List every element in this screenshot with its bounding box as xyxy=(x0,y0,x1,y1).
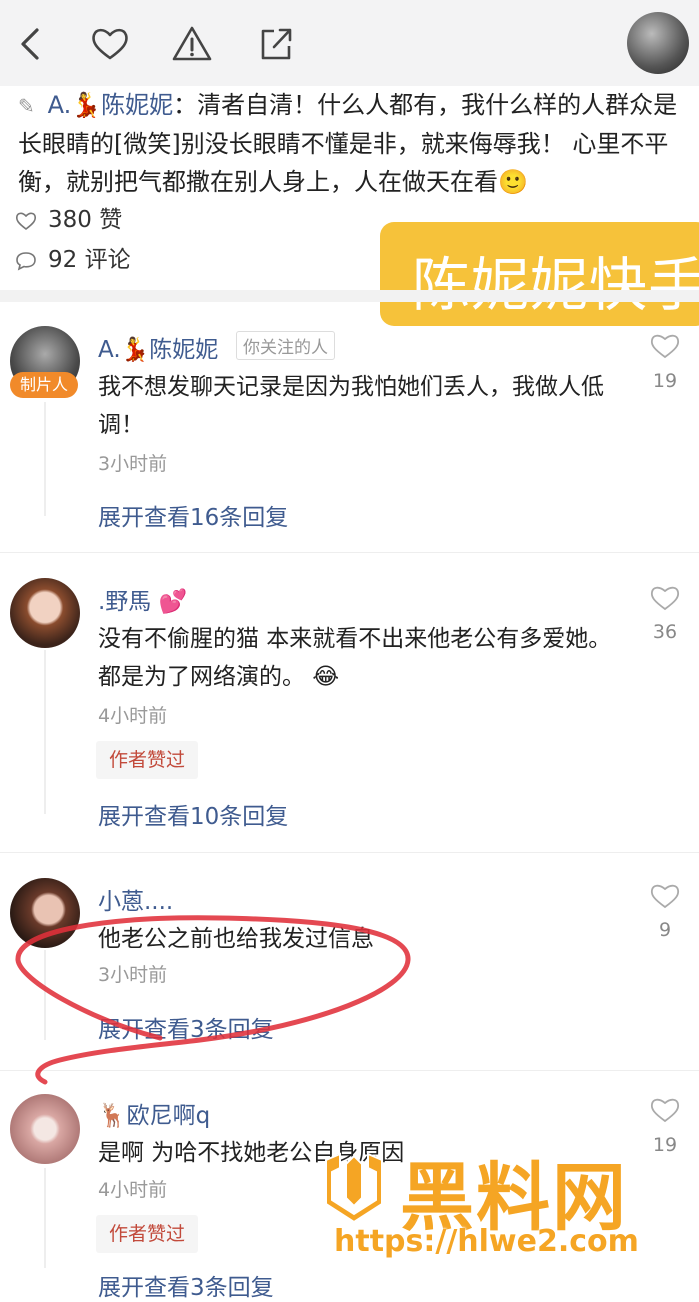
like-icon[interactable] xyxy=(649,582,681,612)
comment-time: 4小时前 xyxy=(98,705,168,727)
likes-count: 380 赞 xyxy=(48,207,123,233)
comment-author[interactable]: 🦌欧尼啊q xyxy=(98,1096,210,1130)
comment-divider xyxy=(0,1070,699,1071)
comment-text: 我不想发聊天记录是因为我怕她们丢人，我做人低调！ xyxy=(98,374,604,438)
comment-icon xyxy=(16,251,36,270)
avatar[interactable] xyxy=(10,878,80,948)
comment-author[interactable]: .野馬 💕 xyxy=(98,582,187,616)
like-count: 9 xyxy=(658,919,672,941)
author-liked-badge: 作者赞过 xyxy=(96,741,198,779)
thread-line xyxy=(44,650,46,814)
like-icon[interactable] xyxy=(649,880,681,910)
author-liked-badge: 作者赞过 xyxy=(96,1215,198,1253)
warning-icon[interactable] xyxy=(170,22,214,66)
comment-author[interactable]: A.💃陈妮妮 xyxy=(98,330,218,364)
avatar[interactable] xyxy=(10,578,80,648)
like-count: 36 xyxy=(652,621,678,643)
top-bar xyxy=(0,0,699,86)
banner-text: 陈妮妮快手 xyxy=(412,251,699,319)
expand-replies-link[interactable]: 展开查看3条回复 xyxy=(98,1010,274,1044)
comment-text: 他老公之前也给我发过信息 xyxy=(98,926,374,952)
like-icon[interactable] xyxy=(649,1094,681,1124)
watermark-logo-icon xyxy=(325,1152,383,1224)
heart-icon[interactable] xyxy=(88,22,132,66)
section-divider xyxy=(0,290,699,302)
back-icon[interactable] xyxy=(10,22,54,66)
comment-time: 4小时前 xyxy=(98,1179,168,1201)
share-icon[interactable] xyxy=(254,22,298,66)
comment-divider xyxy=(0,852,699,853)
like-count: 19 xyxy=(652,370,678,392)
comment-divider xyxy=(0,552,699,553)
like-icon[interactable] xyxy=(649,330,681,360)
post-text-block: ✎ A.💃陈妮妮：清者自清！什么人都有，我什么样的人群众是长眼睛的[微笑]别没长… xyxy=(18,86,690,201)
expand-replies-link[interactable]: 展开查看16条回复 xyxy=(98,498,288,532)
expand-replies-link[interactable]: 展开查看3条回复 xyxy=(98,1268,274,1302)
post-separator: ： xyxy=(173,91,198,119)
thread-line xyxy=(44,950,46,1040)
thread-line xyxy=(44,402,46,516)
watermark: 黑料网 https://hlwe2.com xyxy=(320,1140,699,1280)
user-avatar[interactable] xyxy=(627,12,689,74)
role-tag: 制片人 xyxy=(10,372,78,398)
expand-replies-link[interactable]: 展开查看10条回复 xyxy=(98,797,288,831)
avatar[interactable] xyxy=(10,1094,80,1164)
watermark-url: https://hlwe2.com xyxy=(334,1224,639,1259)
comment-author[interactable]: 小蒽.... xyxy=(98,882,173,916)
likes-stat[interactable]: 380 赞 xyxy=(14,200,122,234)
post-author[interactable]: A.💃陈妮妮 xyxy=(48,91,174,119)
edit-icon: ✎ xyxy=(18,94,35,118)
overlay-banner: 陈妮妮快手 xyxy=(380,222,699,326)
heart-outline-icon xyxy=(15,212,37,230)
follow-tag: 你关注的人 xyxy=(236,331,335,360)
comment-time: 3小时前 xyxy=(98,964,168,986)
comment-text: 没有不偷腥的猫 本来就看不出来他老公有多爱她。 都是为了网络演的。 😂 xyxy=(98,626,612,690)
comment-time: 3小时前 xyxy=(98,453,168,475)
comments-count: 92 评论 xyxy=(48,247,131,273)
thread-line xyxy=(44,1168,46,1268)
comments-stat[interactable]: 92 评论 xyxy=(14,240,131,274)
